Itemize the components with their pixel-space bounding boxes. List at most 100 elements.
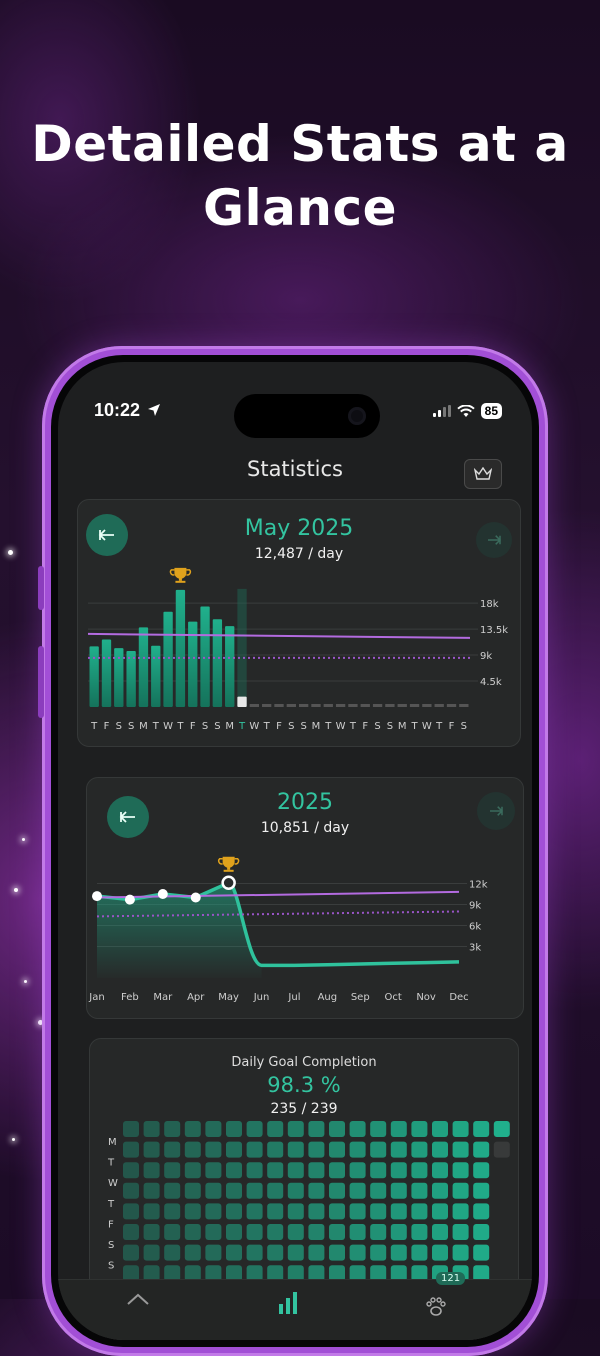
bar-chart-icon	[279, 1292, 297, 1314]
goal-day-cell	[287, 1182, 304, 1199]
empty-bar	[262, 704, 272, 707]
goal-day-cell	[473, 1224, 490, 1240]
goal-day-cell	[411, 1162, 428, 1179]
camera-icon	[348, 407, 366, 425]
day-label: T	[238, 721, 246, 732]
day-label: T	[410, 721, 418, 732]
day-label: W	[336, 721, 346, 732]
month-label: Apr	[187, 992, 205, 1003]
goal-day-cell	[349, 1203, 366, 1220]
goal-day-cell	[308, 1141, 325, 1158]
goal-day-cell	[308, 1203, 325, 1220]
goal-day-cell	[473, 1203, 490, 1220]
goal-day-cell	[246, 1141, 263, 1158]
yearly-area-chart: 3k 6k 9k 12k Jan Feb Mar Apr May Jun Jul Aug Sep Oct…	[88, 856, 488, 1003]
y-tick-label: 6k	[469, 922, 481, 933]
goal-day-cell	[370, 1203, 387, 1220]
weekday-label: W	[108, 1178, 118, 1189]
empty-bar	[459, 704, 469, 707]
premium-button[interactable]	[464, 459, 502, 489]
bar-shade	[89, 646, 99, 707]
goal-day-cell	[123, 1203, 139, 1220]
month-label: May	[218, 992, 239, 1003]
goal-day-cell	[473, 1244, 490, 1261]
sparkle	[14, 888, 18, 892]
empty-bar	[298, 704, 309, 707]
goal-day-cell	[452, 1224, 469, 1240]
goal-day-cell	[349, 1182, 366, 1199]
month-label: Jul	[287, 992, 300, 1003]
sparkle	[12, 1138, 15, 1141]
goal-day-cell	[308, 1244, 325, 1261]
bar-shade	[101, 639, 112, 707]
goal-day-cell	[329, 1141, 345, 1158]
goal-day-cell	[411, 1141, 428, 1158]
phone-frame: 10:22 85 Statistics May 2025 12,487 / da…	[38, 346, 548, 1356]
day-label: M	[312, 721, 321, 732]
goal-day-cell	[184, 1121, 201, 1137]
goal-day-cell	[246, 1203, 263, 1220]
goal-day-cell	[143, 1121, 160, 1137]
goal-day-cell	[329, 1244, 345, 1261]
goal-day-cell	[452, 1244, 469, 1261]
goal-day-cell	[184, 1244, 201, 1261]
goal-day-cell	[143, 1182, 160, 1199]
goal-day-cell	[143, 1203, 160, 1220]
home-icon	[127, 1293, 149, 1305]
data-point	[190, 892, 201, 903]
goal-day-cell	[246, 1182, 263, 1199]
goal-day-cell	[411, 1182, 428, 1199]
goal-day-cell	[432, 1121, 448, 1137]
goal-day-cell	[267, 1162, 284, 1179]
goal-day-cell	[164, 1182, 181, 1199]
goal-day-cell	[452, 1121, 469, 1137]
goal-day-cell	[390, 1182, 407, 1199]
goal-day-cell	[184, 1203, 201, 1220]
goal-day-cell	[432, 1224, 448, 1240]
goal-day-cell	[143, 1224, 160, 1240]
sparkle	[22, 838, 25, 841]
goal-day-cell	[246, 1224, 263, 1240]
wifi-icon	[456, 404, 475, 417]
goal-day-cell	[164, 1121, 181, 1137]
day-label: T	[263, 721, 271, 732]
goal-day-cell	[432, 1162, 448, 1179]
goal-day-cell	[390, 1121, 407, 1137]
day-label: S	[300, 721, 306, 732]
goal-day-cell	[390, 1224, 407, 1240]
goal-day-cell	[143, 1141, 160, 1158]
goal-day-cell	[287, 1141, 304, 1158]
goal-day-cell	[349, 1244, 366, 1261]
day-label: F	[362, 721, 368, 732]
goal-day-cell	[370, 1121, 387, 1137]
goal-day-cell	[143, 1162, 160, 1179]
month-label: Dec	[449, 992, 468, 1003]
paw-icon	[426, 1297, 446, 1316]
goal-day-cell	[308, 1121, 325, 1137]
y-tick-label: 9k	[469, 901, 481, 912]
goal-day-cell	[205, 1244, 222, 1261]
goal-day-cell	[370, 1162, 387, 1179]
goal-day-cell	[432, 1203, 448, 1220]
goal-day-cell	[329, 1162, 345, 1179]
day-label: W	[249, 721, 259, 732]
empty-bar	[286, 704, 296, 707]
tab-home[interactable]	[108, 1286, 168, 1326]
bar-shade	[138, 627, 149, 707]
headline: Detailed Stats at a Glance	[31, 115, 569, 237]
goal-day-cell	[370, 1141, 387, 1158]
goal-day-cell	[267, 1203, 284, 1220]
goal-day-cell	[473, 1141, 490, 1158]
tab-statistics[interactable]	[258, 1286, 318, 1326]
side-button	[38, 566, 44, 610]
pets-badge: 121	[436, 1272, 466, 1285]
bar-shade	[200, 606, 210, 707]
day-label: S	[387, 721, 393, 732]
month-label: Jun	[253, 992, 270, 1003]
tab-pets[interactable]: 121	[408, 1272, 478, 1326]
data-point	[157, 889, 168, 899]
weekday-label: S	[108, 1240, 114, 1251]
goal-day-cell	[184, 1141, 201, 1158]
goal-day-cell	[411, 1203, 428, 1220]
day-label: T	[435, 721, 443, 732]
